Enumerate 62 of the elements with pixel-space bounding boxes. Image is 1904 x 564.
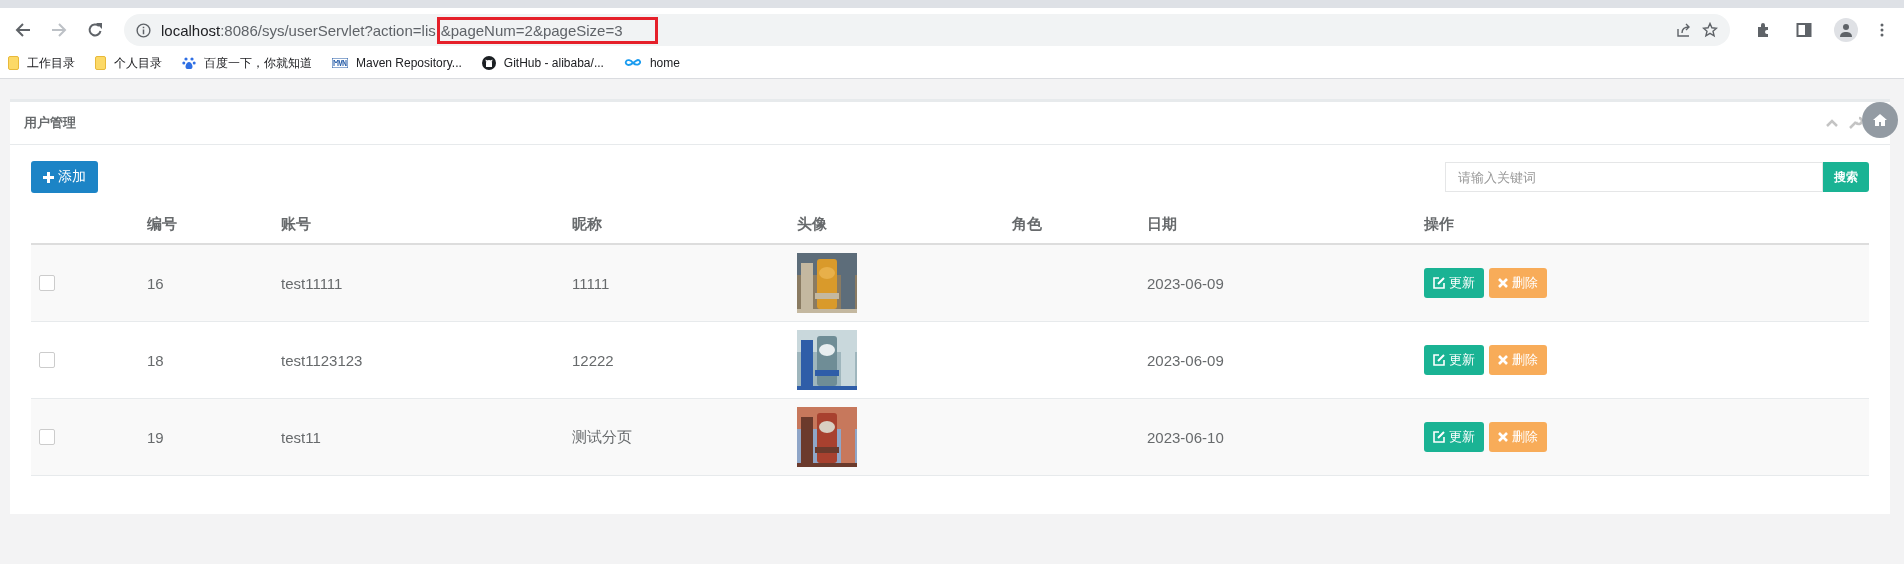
- person-icon: [1839, 23, 1853, 37]
- table-cell: 12222: [572, 351, 614, 369]
- back-arrow-icon: [15, 22, 31, 38]
- table-cell: 19: [147, 428, 164, 446]
- forward-arrow-icon: [51, 22, 67, 38]
- search-field[interactable]: 请输入关键词: [1445, 162, 1823, 192]
- close-icon: [1498, 355, 1508, 365]
- bookmark[interactable]: home: [623, 56, 680, 70]
- home-button[interactable]: [1862, 102, 1898, 138]
- plus-icon: [43, 171, 54, 183]
- column-header: 角色: [1012, 215, 1042, 234]
- folder-icon: [95, 56, 106, 70]
- table-cell: 2023-06-09: [1147, 351, 1224, 369]
- address-bar[interactable]: localhost:8086/sys/userServlet?action=lis &pageNum=2&pageSize=3: [124, 14, 1730, 46]
- reload-icon: [87, 22, 103, 38]
- bookmark[interactable]: Maven Repository...: [332, 56, 462, 70]
- table-cell: 2023-06-09: [1147, 274, 1224, 292]
- search-button[interactable]: 搜索: [1823, 162, 1869, 192]
- table-cell: test11: [281, 428, 321, 446]
- bookmark[interactable]: 百度一下，你就知道: [182, 54, 312, 72]
- share-icon[interactable]: [1676, 22, 1692, 38]
- column-header: 日期: [1147, 215, 1177, 234]
- table-cell: 2023-06-10: [1147, 428, 1224, 446]
- highlighted-url-text: &pageNum=2&pageSize=3: [436, 16, 658, 44]
- home-icon: [1873, 114, 1887, 126]
- row-checkbox[interactable]: [39, 275, 55, 291]
- table-cell: test1123123: [281, 351, 363, 369]
- panel-title: 用户管理: [24, 114, 76, 132]
- column-header: 头像: [797, 215, 827, 234]
- row-checkbox[interactable]: [39, 352, 55, 368]
- profile-avatar[interactable]: [1834, 18, 1858, 42]
- table-cell: 18: [147, 351, 164, 369]
- add-button[interactable]: 添加: [31, 161, 98, 193]
- table-cell: test11111: [281, 274, 343, 292]
- side-panel-icon[interactable]: [1796, 22, 1812, 38]
- maven-logo-icon: [332, 58, 348, 68]
- column-header: 账号: [281, 215, 311, 234]
- edit-icon: [1433, 354, 1445, 366]
- column-header: 编号: [147, 215, 177, 234]
- update-button[interactable]: 更新: [1424, 345, 1484, 375]
- star-icon[interactable]: [1702, 22, 1718, 38]
- menu-icon[interactable]: [1880, 23, 1884, 37]
- infinity-icon: [623, 58, 642, 68]
- edit-icon: [1433, 277, 1445, 289]
- bookmark[interactable]: GitHub - alibaba/...: [481, 56, 604, 70]
- bookmark[interactable]: 个人目录: [95, 54, 162, 72]
- update-button[interactable]: 更新: [1424, 268, 1484, 298]
- column-header: 昵称: [572, 215, 602, 234]
- table-cell: 11111: [572, 274, 610, 292]
- folder-icon: [8, 56, 19, 70]
- update-button[interactable]: 更新: [1424, 422, 1484, 452]
- column-header: 操作: [1424, 215, 1454, 234]
- edit-icon: [1433, 431, 1445, 443]
- info-icon: [136, 22, 151, 38]
- bookmark[interactable]: 工作目录: [8, 54, 75, 72]
- table-cell: 测试分页: [572, 427, 632, 447]
- url-text: localhost:8086/sys/userServlet?action=lis: [161, 21, 436, 39]
- paw-icon: [182, 56, 196, 70]
- row-checkbox[interactable]: [39, 429, 55, 445]
- close-icon: [1498, 432, 1508, 442]
- table-cell: 16: [147, 274, 164, 292]
- close-icon: [1498, 278, 1508, 288]
